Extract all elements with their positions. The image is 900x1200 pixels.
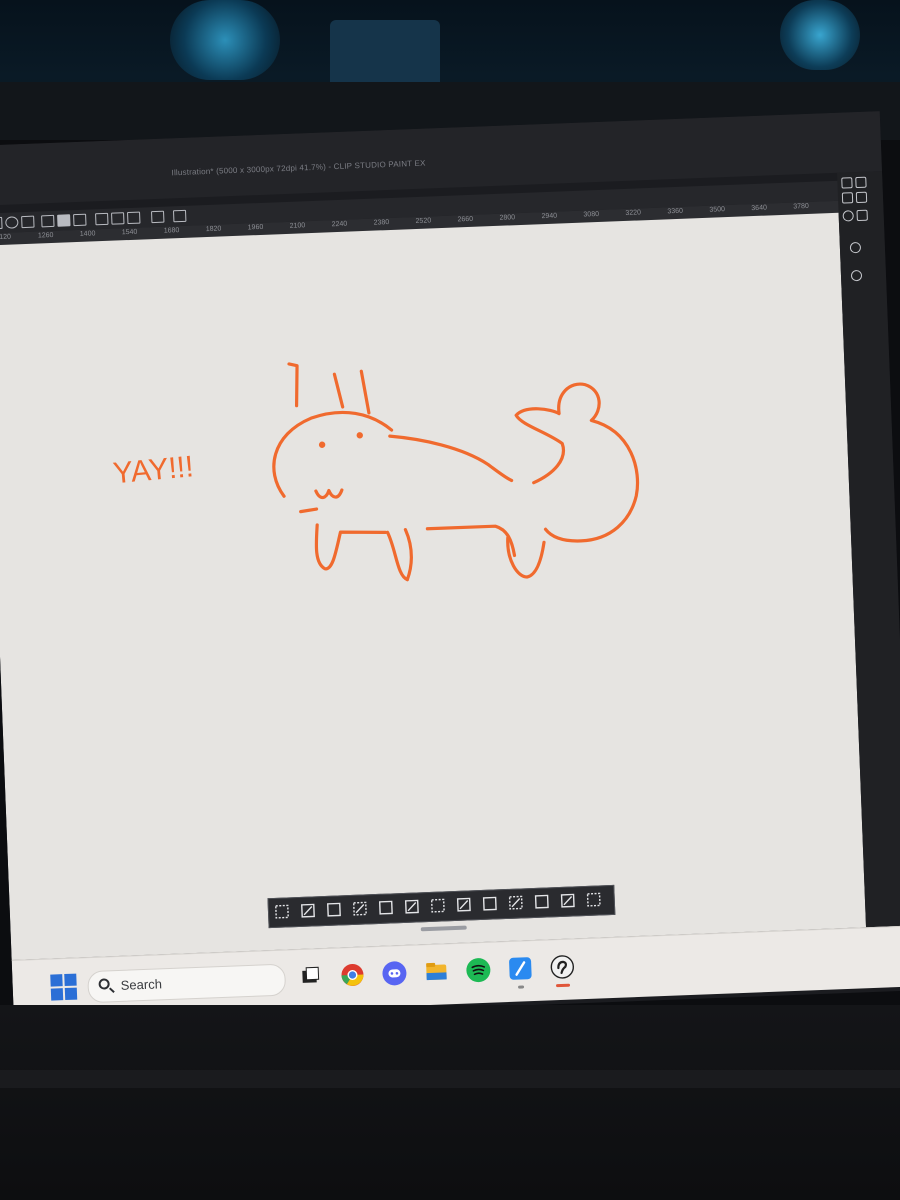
clear-icon[interactable]	[73, 213, 87, 227]
sketch-whisker	[299, 507, 319, 514]
windows-logo-icon	[50, 988, 64, 1001]
duplicate-icon[interactable]	[172, 209, 187, 223]
windows-logo-icon	[50, 974, 63, 987]
sketch-eye	[318, 441, 326, 448]
ruler-label: 2100	[289, 222, 306, 230]
invert-selection-icon[interactable]	[326, 901, 343, 918]
ruler-label: 2660	[457, 215, 474, 224]
sketch-eye	[356, 432, 363, 439]
ruler-label: 1540	[121, 228, 138, 237]
scale-icon[interactable]	[378, 899, 395, 916]
sketch-tail	[514, 382, 640, 543]
layer-panel-icon[interactable]	[841, 177, 853, 189]
ruler-label: 3080	[583, 210, 600, 219]
settings-icon[interactable]	[585, 891, 602, 908]
ruler-label: 3220	[625, 209, 642, 217]
start-button[interactable]	[50, 973, 78, 1001]
yay-text: YAY!!!	[112, 450, 195, 490]
transform-icon[interactable]	[352, 900, 369, 917]
windows-logo-icon	[64, 973, 77, 987]
fill-bucket-icon[interactable]	[534, 893, 551, 910]
new-file-icon[interactable]	[0, 216, 3, 230]
task-view-icon[interactable]	[297, 963, 324, 990]
ruler-label: 2940	[541, 212, 558, 221]
pen-app-icon[interactable]	[507, 955, 534, 989]
layer-panel-icon[interactable]	[855, 191, 868, 204]
drawing-canvas[interactable]: YAY!!!	[0, 212, 867, 961]
expand-selection-icon[interactable]	[404, 898, 421, 915]
background-light	[170, 0, 280, 80]
laptop-hinge	[0, 1070, 900, 1088]
window-title: Illustration* (5000 x 3000px 72dpi 41.7%…	[171, 158, 426, 178]
file-explorer-icon[interactable]	[423, 958, 450, 985]
search-box[interactable]: Search	[87, 963, 287, 1004]
sketch-antenna	[287, 362, 299, 408]
search-placeholder: Search	[120, 976, 163, 993]
spotify-icon[interactable]	[465, 957, 492, 984]
layer-icon[interactable]	[151, 210, 165, 224]
cut-paste-icon[interactable]	[456, 896, 473, 913]
ruler-label: 2380	[373, 219, 390, 227]
ruler-label: 3780	[793, 202, 810, 211]
ruler-label: 1680	[163, 227, 180, 235]
layer-panel-icon[interactable]	[855, 176, 867, 189]
ruler-label: 2520	[415, 217, 432, 226]
transform-icon[interactable]	[95, 212, 109, 226]
ruler-label: 2240	[331, 220, 348, 229]
chrome-icon[interactable]	[339, 961, 366, 988]
discord-icon[interactable]	[381, 960, 408, 987]
search-icon	[98, 978, 110, 990]
fill-icon[interactable]	[57, 214, 71, 227]
sketch-belly	[425, 524, 517, 558]
sketch-front-leg	[314, 523, 388, 571]
sketch-back-leg	[506, 536, 546, 579]
brush-icon[interactable]	[111, 212, 125, 225]
crop-icon[interactable]	[300, 902, 317, 919]
running-indicator	[518, 985, 525, 989]
laptop-screen: Illustration* (5000 x 3000px 72dpi 41.7%…	[0, 111, 900, 1026]
sketch-middle-leg	[385, 530, 409, 582]
sketch-mouth	[314, 488, 344, 500]
sketch-back	[388, 434, 514, 483]
ruler-label: 3500	[709, 206, 726, 214]
eye-icon[interactable]	[849, 241, 862, 254]
open-icon[interactable]	[5, 216, 19, 229]
background-light	[780, 0, 860, 70]
windows-logo-icon	[64, 987, 78, 1001]
layer-panel-icon[interactable]	[841, 192, 854, 204]
ruler-label: 1260	[37, 231, 54, 240]
ruler-label: 3360	[667, 207, 684, 216]
ruler-label: 2800	[499, 214, 516, 222]
running-indicator	[555, 983, 571, 988]
fill-icon[interactable]	[430, 897, 447, 914]
deselect-icon[interactable]	[274, 903, 291, 920]
eye-icon[interactable]	[850, 269, 863, 282]
save-icon[interactable]	[21, 215, 35, 229]
pattern-icon[interactable]	[559, 892, 576, 909]
orange-sketch: YAY!!!	[112, 362, 640, 582]
laptop-bezel	[0, 1005, 900, 1200]
eye-icon[interactable]	[842, 210, 854, 222]
ruler-label: 3640	[751, 204, 768, 213]
ruler-label: 1400	[79, 230, 96, 238]
ruler-label: 1120	[0, 233, 12, 242]
pen-icon[interactable]	[127, 211, 141, 225]
ruler-label: 1960	[247, 223, 264, 232]
sketch-antenna	[359, 369, 371, 415]
sketch-head	[272, 410, 394, 498]
sketch-antenna	[332, 372, 345, 409]
sketch-middle-leg	[403, 528, 413, 582]
copy-paste-icon[interactable]	[482, 895, 499, 912]
ruler-label: 1820	[205, 225, 222, 234]
deselect-icon[interactable]	[41, 214, 55, 228]
crop-to-selection-icon[interactable]	[508, 894, 525, 911]
pen-icon[interactable]	[856, 209, 868, 222]
clip-studio-icon[interactable]	[549, 953, 576, 988]
